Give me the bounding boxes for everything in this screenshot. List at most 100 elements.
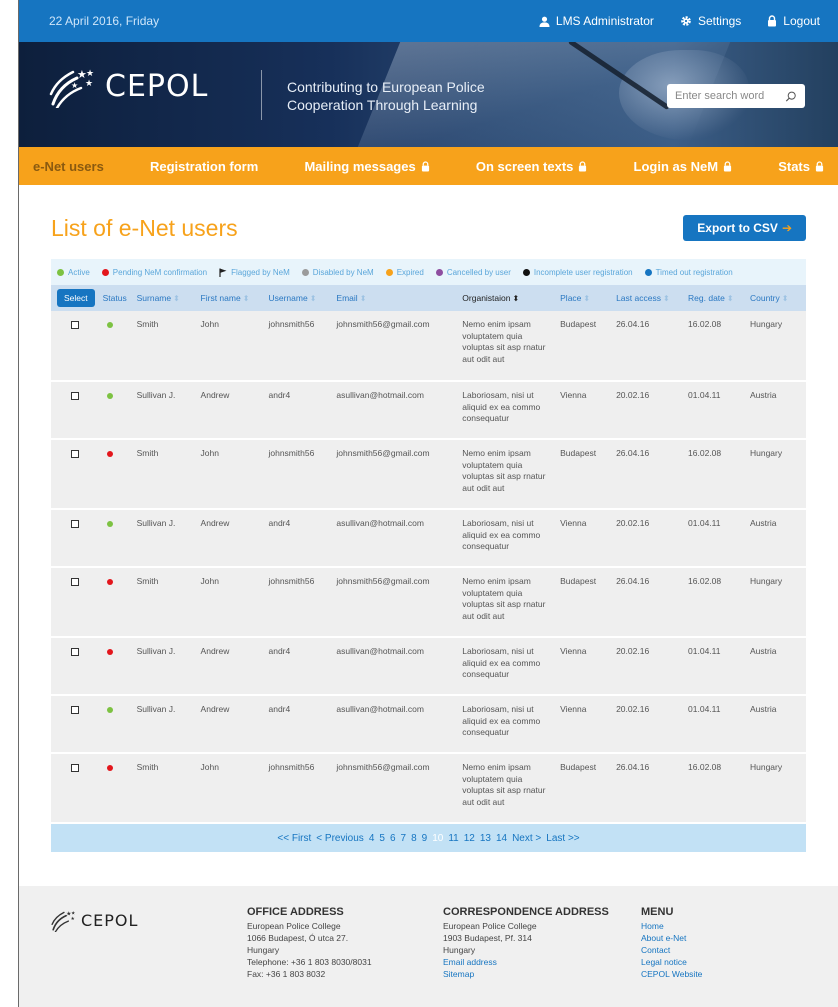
cell-org: Nemo enim ipsam voluptatem quia voluptas… bbox=[462, 576, 546, 621]
column-header-place[interactable]: Place ⬍ bbox=[556, 285, 613, 311]
cell-username: andr4 bbox=[268, 518, 291, 528]
status-dot-icon bbox=[57, 268, 64, 276]
footer-menu-link[interactable]: Home bbox=[641, 920, 702, 932]
column-header-username[interactable]: Username ⬍ bbox=[264, 285, 333, 311]
row-checkbox[interactable] bbox=[70, 578, 79, 586]
pager-previous[interactable]: < Previous bbox=[316, 833, 364, 844]
column-header-first-name[interactable]: First name ⬍ bbox=[196, 285, 265, 311]
column-header-surname[interactable]: Surname ⬍ bbox=[132, 285, 197, 311]
logout-link[interactable]: Logout bbox=[767, 14, 820, 28]
column-header-label: Username bbox=[268, 293, 308, 303]
cell-username: andr4 bbox=[268, 646, 291, 656]
table-row: Sullivan J. Andrew andr4 asullivan@hotmail.… bbox=[51, 381, 806, 439]
pager-last[interactable]: Last >> bbox=[546, 833, 579, 844]
search-box[interactable] bbox=[667, 84, 805, 108]
column-header-status: Status bbox=[98, 285, 133, 311]
select-cell bbox=[51, 753, 99, 823]
nav-item-login-as-nem[interactable]: Login as NeM bbox=[634, 159, 733, 174]
cell-country: Hungary bbox=[749, 448, 783, 458]
row-checkbox[interactable] bbox=[70, 648, 79, 656]
row-checkbox[interactable] bbox=[70, 450, 79, 458]
sort-icon[interactable]: ⬍ bbox=[243, 294, 250, 303]
footer-menu-link[interactable]: Contact bbox=[641, 944, 702, 956]
nav-item-on-screen-texts[interactable]: On screen texts bbox=[476, 159, 588, 174]
footer-menu: MENU Home About e-Net Contact Legal notice CE… bbox=[641, 906, 702, 980]
footer-link[interactable]: Sitemap bbox=[443, 968, 609, 980]
pager-page[interactable]: 6 bbox=[390, 833, 396, 844]
cell-reg: 01.04.11 bbox=[688, 646, 721, 656]
correspondence-line: 1903 Budapest, Pf. 314 bbox=[443, 933, 532, 943]
sort-icon[interactable]: ⬍ bbox=[360, 294, 367, 303]
gear-icon bbox=[681, 16, 691, 26]
cell-email: johnsmith56@gmail.com bbox=[336, 576, 430, 586]
sort-icon[interactable]: ⬍ bbox=[782, 294, 789, 303]
office-line: 1066 Budapest, Ó utca 27. bbox=[247, 933, 349, 943]
column-header-organistaion[interactable]: Organistaion ⬍ bbox=[458, 285, 557, 311]
sort-icon[interactable]: ⬍ bbox=[173, 294, 180, 303]
pager-page[interactable]: 12 bbox=[464, 833, 475, 844]
legend-item: Timed out registration bbox=[644, 268, 733, 277]
nav-item-e-net-users[interactable]: e-Net users bbox=[33, 159, 104, 174]
column-header-country[interactable]: Country ⬍ bbox=[745, 285, 806, 311]
pager-page[interactable]: 11 bbox=[448, 833, 458, 844]
legend-label: Pending NeM confirmation bbox=[112, 267, 208, 277]
row-checkbox[interactable] bbox=[70, 764, 79, 772]
row-checkbox[interactable] bbox=[70, 520, 79, 528]
table-row: Smith John johnsmith56 johnsmith56@gmail.co… bbox=[51, 753, 806, 823]
pager-page[interactable]: 4 bbox=[369, 833, 375, 844]
cell-country: Austria bbox=[749, 704, 777, 714]
nav-item-registration-form[interactable]: Registration form bbox=[150, 159, 258, 174]
cell-org: Laboriosam, nisi ut aliquid ex ea commo … bbox=[462, 518, 541, 551]
sort-icon[interactable]: ⬍ bbox=[583, 294, 590, 303]
cell-org: Nemo enim ipsam voluptatem quia voluptas… bbox=[462, 448, 546, 493]
footer-menu-link[interactable]: Legal notice bbox=[641, 956, 702, 968]
nav-item-stats[interactable]: Stats bbox=[778, 159, 824, 174]
pager-first[interactable]: << First bbox=[277, 833, 311, 844]
user-link[interactable]: LMS Administrator bbox=[539, 14, 654, 28]
column-header-last-access[interactable]: Last access ⬍ bbox=[612, 285, 685, 311]
row-checkbox[interactable] bbox=[70, 392, 79, 400]
column-header-reg-date[interactable]: Reg. date ⬍ bbox=[684, 285, 746, 311]
footer-menu-link[interactable]: CEPOL Website bbox=[641, 968, 702, 980]
pager-page[interactable]: 5 bbox=[379, 833, 385, 844]
search-input[interactable] bbox=[675, 90, 786, 102]
pager-next[interactable]: Next > bbox=[512, 833, 541, 844]
footer-logo[interactable]: ★ ★ ★ CEPOL bbox=[51, 908, 138, 932]
pager-page[interactable]: 13 bbox=[480, 833, 491, 844]
table-row: Smith John johnsmith56 johnsmith56@gmail.co… bbox=[51, 311, 806, 381]
footer-menu-link[interactable]: About e-Net bbox=[641, 932, 702, 944]
cell-username: andr4 bbox=[268, 390, 291, 400]
pager-page[interactable]: 8 bbox=[411, 833, 417, 844]
row-checkbox[interactable] bbox=[70, 706, 79, 714]
sort-icon[interactable]: ⬍ bbox=[310, 294, 317, 303]
cell-surname: Smith bbox=[136, 448, 159, 458]
nav-item-mailing-messages[interactable]: Mailing messages bbox=[304, 159, 429, 174]
pager-page[interactable]: 9 bbox=[422, 833, 428, 844]
cell-country: Hungary bbox=[749, 576, 783, 586]
select-button[interactable]: Select bbox=[57, 289, 95, 307]
footer-link[interactable]: Email address bbox=[443, 956, 609, 968]
cell-reg: 16.02.08 bbox=[688, 762, 722, 772]
page-title: List of e-Net users bbox=[51, 214, 238, 241]
legend-label: Expired bbox=[396, 267, 424, 277]
nav-item-label: Mailing messages bbox=[304, 158, 416, 174]
search-icon[interactable] bbox=[785, 90, 797, 103]
sort-icon[interactable]: ⬍ bbox=[727, 294, 734, 303]
status-dot-icon bbox=[101, 268, 109, 276]
pager-page[interactable]: 7 bbox=[401, 833, 407, 844]
column-header-email[interactable]: Email ⬍ bbox=[332, 285, 459, 311]
pager-page[interactable]: 14 bbox=[496, 833, 507, 844]
settings-label: Settings bbox=[697, 14, 742, 28]
cell-email: asullivan@hotmail.com bbox=[336, 704, 424, 714]
users-table: Select Status Surname ⬍ First name ⬍ Username… bbox=[51, 285, 806, 824]
select-cell bbox=[51, 439, 99, 509]
export-csv-button[interactable]: Export to CSV ➔ bbox=[683, 215, 806, 241]
settings-link[interactable]: Settings bbox=[680, 14, 741, 28]
cell-first: John bbox=[200, 448, 219, 458]
sort-icon[interactable]: ⬍ bbox=[663, 294, 670, 303]
sort-icon[interactable]: ⬍ bbox=[513, 294, 520, 303]
cepol-logo[interactable]: ★ ★ ★ ★ CEPOL bbox=[49, 64, 208, 108]
row-checkbox[interactable] bbox=[70, 321, 79, 329]
cell-reg: 01.04.11 bbox=[688, 518, 721, 528]
cell-place: Vienna bbox=[560, 704, 587, 714]
